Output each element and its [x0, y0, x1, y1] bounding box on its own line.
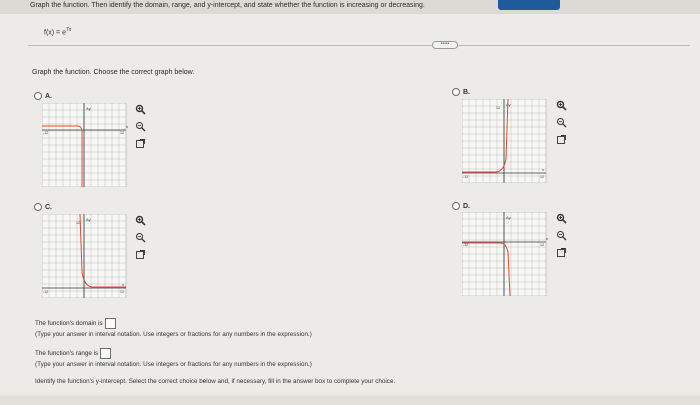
zoom-in-icon[interactable]	[555, 212, 568, 225]
range-input[interactable]	[100, 348, 112, 359]
graph-a-tick-neg: -12	[43, 131, 48, 135]
divider	[28, 45, 690, 46]
zoom-out-icon[interactable]	[555, 229, 568, 242]
option-c[interactable]: C.	[34, 203, 52, 211]
graph-c-x-label: x	[122, 282, 124, 287]
zoom-in-icon[interactable]	[134, 214, 147, 227]
option-a-label: A.	[45, 92, 52, 100]
graph-c-tick-pos: 12	[120, 290, 124, 294]
option-d-label: D.	[463, 202, 470, 210]
graph-c-tick-neg: -12	[43, 290, 48, 294]
graph-a-tick-pos: 12	[120, 131, 124, 135]
graph-a: Ay x -12 12	[42, 103, 128, 187]
graph-c-tools	[134, 214, 147, 261]
graph-a-tools	[134, 103, 147, 150]
option-b[interactable]: B.	[452, 88, 470, 96]
graph-d: Ay x -12 12	[462, 212, 548, 296]
zoom-in-icon[interactable]	[555, 99, 568, 112]
graph-c-y-label: Ay	[86, 217, 91, 222]
graph-c: Ay x 12 -12 12	[42, 214, 127, 298]
domain-hint: (Type your answer in interval notation. …	[35, 331, 312, 338]
question-text: Graph the function. Choose the correct g…	[32, 69, 195, 76]
graph-b: Ay x 12 -12 12	[462, 99, 547, 183]
zoom-in-icon[interactable]	[134, 103, 147, 116]
expand-handle[interactable]: •••••	[432, 41, 458, 49]
zoom-out-icon[interactable]	[555, 116, 568, 129]
header-button[interactable]	[498, 0, 560, 10]
function-lhs: f(x) = e	[44, 29, 66, 37]
option-d-radio[interactable]	[452, 202, 460, 210]
graph-a-x-label: x	[126, 124, 128, 129]
popout-icon[interactable]	[134, 137, 147, 150]
popout-icon[interactable]	[555, 133, 568, 146]
option-c-radio[interactable]	[34, 203, 42, 211]
domain-input[interactable]	[104, 318, 116, 329]
graph-d-tick-neg: -12	[463, 243, 468, 247]
graph-d-tick-pos: 12	[540, 243, 544, 247]
popout-icon[interactable]	[134, 248, 147, 261]
graph-b-tick-pos: 12	[540, 175, 544, 179]
graph-d-y-label: Ay	[506, 215, 511, 220]
domain-line: The function's domain is	[35, 318, 116, 329]
option-c-label: C.	[45, 203, 52, 211]
instruction-text: Graph the function. Then identify the do…	[30, 2, 425, 9]
popout-icon[interactable]	[555, 246, 568, 259]
range-hint: (Type your answer in interval notation. …	[35, 361, 312, 368]
option-a-radio[interactable]	[34, 92, 42, 100]
range-line: The function's range is	[35, 348, 112, 359]
zoom-out-icon[interactable]	[134, 231, 147, 244]
function-exponent: 7x	[65, 27, 72, 33]
graph-b-tools	[555, 99, 568, 146]
yint-prompt: Identify the function's y-intercept. Sel…	[35, 378, 396, 385]
bottom-strip	[0, 395, 700, 405]
graph-d-tools	[555, 212, 568, 259]
domain-prompt: The function's domain is	[35, 320, 103, 327]
function-expression: f(x) = e7x	[44, 27, 71, 36]
graph-b-x-label: x	[542, 167, 544, 172]
graph-b-tick-neg: -12	[463, 175, 468, 179]
option-a[interactable]: A.	[34, 92, 52, 100]
graph-d-x-label: x	[546, 236, 548, 241]
zoom-out-icon[interactable]	[134, 120, 147, 133]
range-prompt: The function's range is	[35, 350, 99, 357]
option-b-label: B.	[463, 88, 470, 96]
graph-c-tick-top: 12	[76, 221, 80, 225]
graph-a-y-label: Ay	[86, 106, 91, 111]
graph-b-tick-top: 12	[496, 106, 500, 110]
option-d[interactable]: D.	[452, 202, 470, 210]
option-b-radio[interactable]	[452, 88, 460, 96]
